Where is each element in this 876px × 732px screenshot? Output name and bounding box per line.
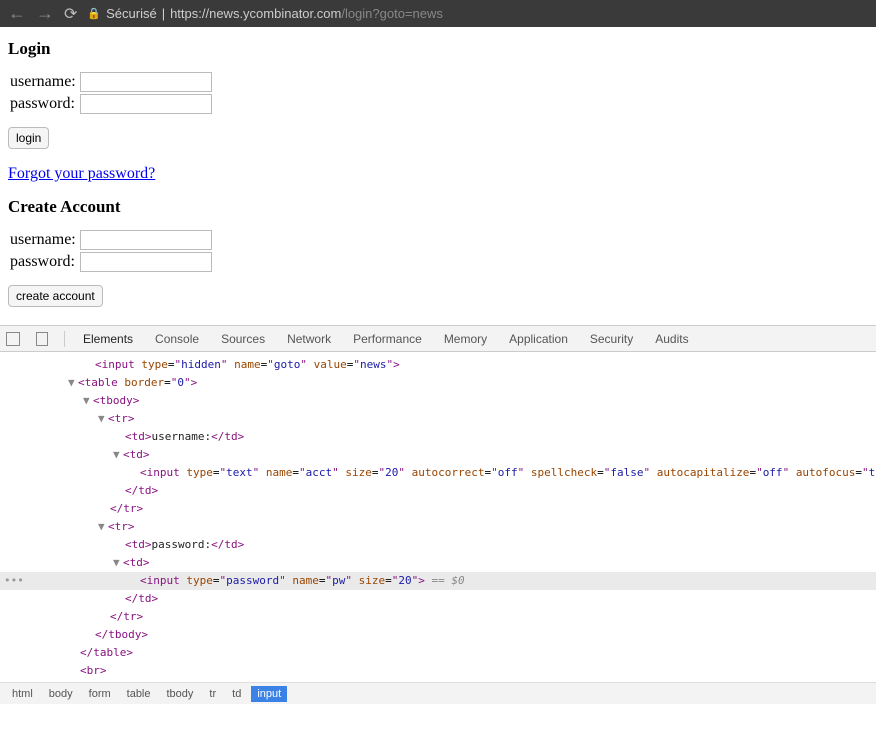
devtools-tab-performance[interactable]: Performance bbox=[351, 332, 424, 346]
dom-tree-line[interactable]: <input type="hidden" name="goto" value="… bbox=[0, 356, 876, 374]
devtools-tabbar: Elements Console Sources Network Performance… bbox=[0, 326, 876, 352]
breadcrumb-item[interactable]: tr bbox=[203, 686, 222, 702]
dom-tree-line[interactable]: •••<input type="password" name="pw" size… bbox=[0, 572, 876, 590]
inspect-icon[interactable] bbox=[6, 332, 20, 346]
breadcrumb-item[interactable]: input bbox=[251, 686, 287, 702]
device-toggle-icon[interactable] bbox=[36, 332, 48, 346]
breadcrumb-item[interactable]: body bbox=[43, 686, 79, 702]
dom-tree-line[interactable]: </table> bbox=[0, 644, 876, 662]
expand-arrow-icon[interactable]: ▼ bbox=[98, 410, 108, 428]
expand-arrow-icon[interactable]: ▼ bbox=[68, 374, 78, 392]
dom-tree-line[interactable]: <br> bbox=[0, 662, 876, 680]
login-username-input[interactable] bbox=[80, 72, 212, 92]
lock-icon: 🔒 bbox=[87, 7, 101, 20]
login-username-label: username: bbox=[8, 71, 78, 93]
forward-icon[interactable]: → bbox=[36, 3, 54, 24]
expand-arrow-icon[interactable]: ▼ bbox=[83, 392, 93, 410]
breadcrumb-item[interactable]: table bbox=[121, 686, 157, 702]
breadcrumb-item[interactable]: tbody bbox=[161, 686, 200, 702]
create-username-input[interactable] bbox=[80, 230, 212, 250]
devtools-tab-security[interactable]: Security bbox=[588, 332, 635, 346]
browser-toolbar: ← → ⟳ 🔒 Sécurisé | https://news.ycombina… bbox=[0, 0, 876, 27]
dom-tree-line[interactable]: <td>password:</td> bbox=[0, 536, 876, 554]
breadcrumb-item[interactable]: td bbox=[226, 686, 247, 702]
devtools-elements-tree[interactable]: <input type="hidden" name="goto" value="… bbox=[0, 352, 876, 682]
create-password-input[interactable] bbox=[80, 252, 212, 272]
dom-tree-line[interactable]: ▼<tr> bbox=[0, 410, 876, 428]
create-username-label: username: bbox=[8, 229, 78, 251]
dom-tree-line[interactable]: </tr> bbox=[0, 500, 876, 518]
create-password-label: password: bbox=[8, 251, 78, 273]
devtools-panel: Elements Console Sources Network Performance… bbox=[0, 325, 876, 704]
devtools-tab-memory[interactable]: Memory bbox=[442, 332, 489, 346]
devtools-tab-sources[interactable]: Sources bbox=[219, 332, 267, 346]
divider: | bbox=[162, 6, 165, 21]
devtools-tab-audits[interactable]: Audits bbox=[653, 332, 690, 346]
devtools-tab-network[interactable]: Network bbox=[285, 332, 333, 346]
page-content: Login username: password: login Forgot y… bbox=[0, 27, 876, 325]
login-form: username: password: bbox=[8, 71, 214, 115]
devtools-tab-elements[interactable]: Elements bbox=[81, 332, 135, 346]
dom-tree-line[interactable]: </td> bbox=[0, 482, 876, 500]
url-text: https://news.ycombinator.com/login?goto=… bbox=[170, 6, 443, 21]
create-form: username: password: bbox=[8, 229, 214, 273]
expand-arrow-icon[interactable]: ▼ bbox=[113, 446, 123, 464]
dom-tree-line[interactable]: ▼<table border="0"> bbox=[0, 374, 876, 392]
back-icon[interactable]: ← bbox=[8, 3, 26, 24]
forgot-password-link[interactable]: Forgot your password? bbox=[8, 165, 155, 183]
dom-tree-line[interactable]: </tr> bbox=[0, 608, 876, 626]
dom-tree-line[interactable]: ▼<td> bbox=[0, 554, 876, 572]
login-password-input[interactable] bbox=[80, 94, 212, 114]
login-button[interactable]: login bbox=[8, 127, 49, 149]
dom-tree-line[interactable]: ▼<tbody> bbox=[0, 392, 876, 410]
breadcrumb-item[interactable]: form bbox=[83, 686, 117, 702]
secure-label: Sécurisé bbox=[106, 6, 157, 21]
dom-tree-line[interactable]: ▼<tr> bbox=[0, 518, 876, 536]
login-heading: Login bbox=[8, 39, 868, 59]
ellipsis-icon: ••• bbox=[4, 572, 24, 590]
breadcrumb-item[interactable]: html bbox=[6, 686, 39, 702]
dom-tree-line[interactable]: <input type="submit" value="login"> bbox=[0, 680, 876, 682]
dom-tree-line[interactable]: ▼<td> bbox=[0, 446, 876, 464]
address-bar[interactable]: 🔒 Sécurisé | https://news.ycombinator.co… bbox=[87, 6, 442, 21]
create-heading: Create Account bbox=[8, 197, 868, 217]
reload-icon[interactable]: ⟳ bbox=[64, 4, 77, 24]
dom-tree-line[interactable]: </tbody> bbox=[0, 626, 876, 644]
devtools-tab-console[interactable]: Console bbox=[153, 332, 201, 346]
create-account-button[interactable]: create account bbox=[8, 285, 103, 307]
dom-tree-line[interactable]: <td>username:</td> bbox=[0, 428, 876, 446]
expand-arrow-icon[interactable]: ▼ bbox=[113, 554, 123, 572]
devtools-breadcrumb: htmlbodyformtabletbodytrtdinput bbox=[0, 682, 876, 704]
dom-tree-line[interactable]: <input type="text" name="acct" size="20"… bbox=[0, 464, 876, 482]
expand-arrow-icon[interactable]: ▼ bbox=[98, 518, 108, 536]
login-password-label: password: bbox=[8, 93, 78, 115]
dom-tree-line[interactable]: </td> bbox=[0, 590, 876, 608]
devtools-tab-application[interactable]: Application bbox=[507, 332, 570, 346]
